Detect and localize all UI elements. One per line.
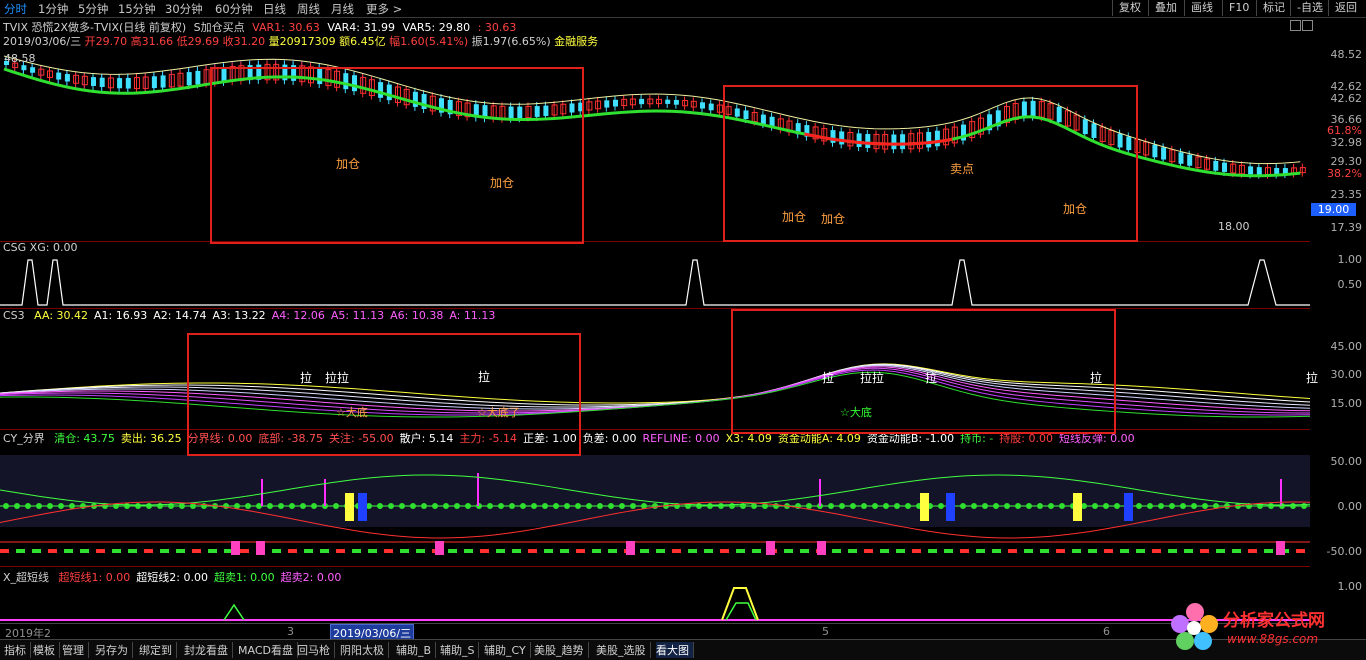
axis-label: 23.35 [1330,188,1363,201]
tab-taiji[interactable]: 阴阳太极 [340,642,389,658]
axis-label: 17.39 [1330,221,1363,234]
xcd-chart[interactable] [0,585,1310,623]
tab-aux-cy[interactable]: 辅助_CY [484,642,531,658]
highlight-box [723,85,1138,242]
overlay-button[interactable]: 叠加 [1148,0,1183,16]
back-button[interactable]: 返回 [1328,0,1363,16]
csg-title: CSG XG: 0.00 [3,241,78,254]
tab-macd[interactable]: MACD看盘 [238,642,298,658]
xcd-value: 超短线2: 0.00 [136,571,208,584]
logo-name: 分析家公式网 [1223,611,1325,631]
tab-aux-s[interactable]: 辅助_S [440,642,480,658]
cs3-title: CS3 [3,309,25,322]
period-tab-1min[interactable]: 1分钟 [38,1,68,17]
mark-button[interactable]: 标记 [1256,0,1291,16]
fuquan-button[interactable]: 复权 [1112,0,1147,16]
xcd-header: X_超短线 超短线1: 0.00 超短线2: 0.00 超卖1: 0.00 超卖2: … [3,569,341,585]
xcd-value: 超短线1: 0.00 [58,571,131,584]
f10-button[interactable]: F10 [1222,0,1255,16]
cy-title: CY_分界 [3,432,45,445]
period-tab-30min[interactable]: 30分钟 [165,1,203,17]
tab-indicator[interactable]: 指标 [4,642,31,658]
axis-label: 15.00 [1330,397,1363,410]
site-logo: 分析家公式网 www.88gs.com [1165,598,1365,656]
xcd-value: 超卖2: 0.00 [280,571,342,584]
axis-label: 30.00 [1330,368,1363,381]
tab-save-as[interactable]: 另存为 [95,642,133,658]
highlight-box [210,67,584,244]
cs3-value: A5: 11.13 [330,309,385,322]
date-axis: 2019年2 3 2019/03/06/三 5 6 [0,623,1310,642]
cy-value: 卖出: 36.25 [120,432,182,445]
cs3-value: A4: 12.06 [271,309,325,322]
axis-label: -50.00 [1326,545,1362,558]
axis-label: 1.00 [1337,580,1363,593]
axis-label: 0.50 [1337,278,1363,291]
period-tab-week[interactable]: 周线 [297,1,320,17]
date-label-month: 3 [287,625,294,638]
cy-value: 负差: 0.00 [582,432,637,445]
cy-value: REFLINE: 0.00 [642,432,720,445]
tab-us-select[interactable]: 美股_选股 [596,642,651,658]
cs3-value: A1: 16.93 [94,309,148,322]
high-price-label: 48.58 [4,52,36,65]
cs3-value: A2: 14.74 [153,309,207,322]
axis-label: 1.00 [1337,253,1363,266]
cy-value: 清仓: 43.75 [54,432,115,445]
axis-label: 45.00 [1330,340,1363,353]
indicator-tab-bar: 指标 模板 管理 另存为 绑定到 封龙看盘 MACD看盘 回马枪 阴阳太极 辅助… [0,639,1366,660]
highlight-box [187,333,581,456]
tab-manage[interactable]: 管理 [62,642,89,658]
xcd-value: 超卖1: 0.00 [213,571,275,584]
cs3-value: A6: 10.38 [390,309,444,322]
period-tab-60min[interactable]: 60分钟 [215,1,253,17]
tab-fenglong[interactable]: 封龙看盘 [184,642,233,658]
period-tab-fenshi[interactable]: 分时 [4,1,27,17]
flower-logo-icon [1171,603,1218,650]
cs3-value: A3: 13.22 [212,309,266,322]
panel-maximize-icon[interactable] [1290,20,1301,31]
period-tab-more[interactable]: 更多 > [366,1,402,17]
cs3-value: A: 11.13 [449,309,496,322]
cs3-header: CS3 AA: 30.42 A1: 16.93 A2: 14.74 A3: 13.22… [3,309,495,322]
date-label-month: 6 [1103,625,1110,638]
low-price-label: 18.00 [1218,220,1250,233]
csg-chart[interactable] [0,255,1310,307]
highlight-box [731,309,1116,434]
date-label-month: 5 [822,625,829,638]
tab-huimaqiang[interactable]: 回马枪 [297,642,335,658]
axis-fib-label: 38.2% [1327,167,1362,180]
cs3-value: AA: 30.42 [34,309,89,322]
period-tab-day[interactable]: 日线 [263,1,286,17]
period-tab-5min[interactable]: 5分钟 [78,1,108,17]
period-tab-month[interactable]: 月线 [331,1,354,17]
logo-url: www.88gs.com [1227,632,1319,646]
cy-chart[interactable] [0,445,1310,565]
axis-label: 42.62 [1330,92,1363,105]
watchlist-button[interactable]: -自选 [1290,0,1329,16]
tab-template[interactable]: 模板 [33,642,60,658]
current-price-tag: 19.00 [1311,203,1356,216]
axis-label: 32.98 [1330,136,1363,149]
axis-label: 0.00 [1337,500,1363,513]
tab-big-chart[interactable]: 看大图 [656,642,694,658]
tab-bind-to[interactable]: 绑定到 [139,642,177,658]
period-tab-15min[interactable]: 15分钟 [118,1,156,17]
xcd-title: X_超短线 [3,571,50,584]
period-toolbar: 分时 1分钟 5分钟 15分钟 30分钟 60分钟 日线 周线 月线 更多 > … [0,0,1366,18]
axis-label: 50.00 [1330,455,1363,468]
panel-divider [0,566,1310,567]
draw-line-button[interactable]: 画线 [1184,0,1219,16]
tab-aux-b[interactable]: 辅助_B [396,642,437,658]
tab-us-trend[interactable]: 美股_趋势 [534,642,589,658]
panel-restore-icon[interactable] [1302,20,1313,31]
axis-label: 48.52 [1330,48,1363,61]
